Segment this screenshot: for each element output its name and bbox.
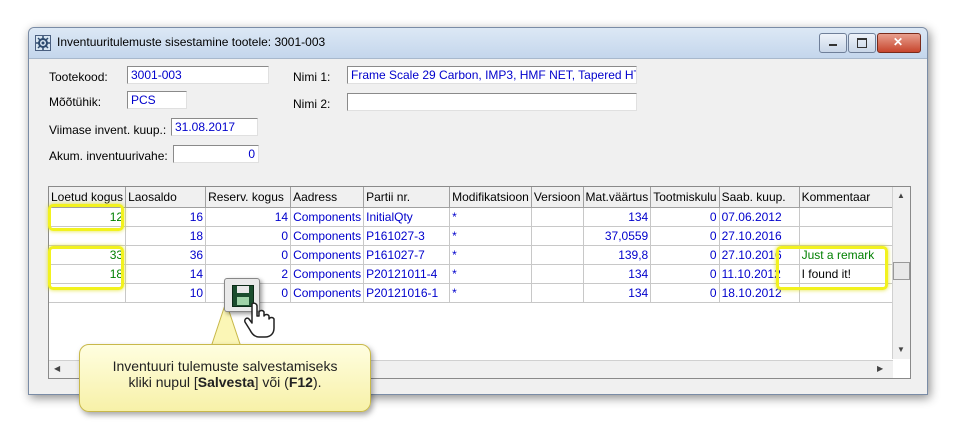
material-value-cell: 37,0559 <box>583 226 652 246</box>
scroll-left-arrow-icon[interactable]: ◀ <box>54 364 60 373</box>
column-header[interactable]: Mat.väärtus <box>583 187 652 208</box>
last-inventory-date-field[interactable]: 31.08.2017 <box>171 118 258 136</box>
unit-field[interactable]: PCS <box>127 91 187 109</box>
cumulative-diff-label: Akum. inventuurivahe: <box>49 149 168 163</box>
unit-label: Mõõtühik: <box>49 95 102 109</box>
table-row[interactable]: 18 0 Components P161027-3 * 37,0559 0 27… <box>49 226 910 246</box>
scroll-down-arrow-icon[interactable]: ▼ <box>897 345 905 354</box>
column-header[interactable]: Laosaldo <box>125 187 207 208</box>
highlight-comments <box>776 246 888 290</box>
column-header[interactable]: Aadress <box>290 187 365 208</box>
address-cell: Components <box>290 264 365 284</box>
production-cost-cell: 0 <box>650 264 720 284</box>
stock-balance-cell: 18 <box>125 226 207 246</box>
name2-field[interactable] <box>347 93 637 111</box>
close-button[interactable] <box>877 33 921 53</box>
name1-label: Nimi 1: <box>293 70 331 84</box>
table-header-row: Loetud kogus Laosaldo Reserv. kogus Aadr… <box>49 187 910 208</box>
batch-cell: P161027-7 <box>363 245 451 265</box>
vertical-scrollbar[interactable]: ▲ ▼ <box>892 187 910 359</box>
arrival-date-cell: 07.06.2012 <box>719 207 800 227</box>
version-cell <box>531 245 584 265</box>
production-cost-cell: 0 <box>650 207 720 227</box>
name1-field[interactable]: Frame Scale 29 Carbon, IMP3, HMF NET, Ta… <box>347 66 637 84</box>
tooltip-callout: Inventuuri tulemuste salvestamiseks klik… <box>79 344 371 412</box>
modification-cell: * <box>449 245 532 265</box>
reserved-qty-cell: 14 <box>205 207 292 227</box>
modification-cell: * <box>449 207 532 227</box>
stock-balance-cell: 16 <box>125 207 207 227</box>
material-value-cell: 134 <box>583 283 652 303</box>
modification-cell: * <box>449 283 532 303</box>
material-value-cell: 134 <box>583 264 652 284</box>
reserved-qty-cell: 0 <box>205 226 292 246</box>
version-cell <box>531 264 584 284</box>
production-cost-cell: 0 <box>650 283 720 303</box>
title-bar[interactable]: Inventuuritulemuste sisestamine tootele:… <box>29 28 927 59</box>
production-cost-cell: 0 <box>650 226 720 246</box>
material-value-cell: 139,8 <box>583 245 652 265</box>
name2-label: Nimi 2: <box>293 97 331 111</box>
product-code-label: Tootekood: <box>49 70 108 84</box>
callout-line1: Inventuuri tulemuste salvestamiseks <box>112 358 338 374</box>
callout-button-name: Salvesta <box>197 374 255 390</box>
address-cell: Components <box>290 226 365 246</box>
callout-key-name: F12 <box>288 374 313 390</box>
highlight-counted-qty-rows3-4 <box>48 246 124 290</box>
highlight-counted-qty-row1 <box>48 204 124 231</box>
scroll-up-arrow-icon[interactable]: ▲ <box>897 191 905 200</box>
column-header[interactable]: Partii nr. <box>363 187 451 208</box>
column-header[interactable]: Reserv. kogus <box>205 187 292 208</box>
product-code-field[interactable]: 3001-003 <box>127 66 269 84</box>
modification-cell: * <box>449 264 532 284</box>
batch-cell: P20121011-4 <box>363 264 451 284</box>
reserved-qty-cell: 0 <box>205 245 292 265</box>
address-cell: Components <box>290 207 365 227</box>
stock-balance-cell: 14 <box>125 264 207 284</box>
material-value-cell: 134 <box>583 207 652 227</box>
scroll-right-arrow-icon[interactable]: ▶ <box>877 364 883 373</box>
production-cost-cell: 0 <box>650 245 720 265</box>
address-cell: Components <box>290 245 365 265</box>
batch-cell: InitialQty <box>363 207 451 227</box>
column-header[interactable]: Modifikatsioon <box>449 187 532 208</box>
version-cell <box>531 207 584 227</box>
column-header[interactable]: Saab. kuup. <box>719 187 800 208</box>
cumulative-diff-field[interactable]: 0 <box>173 145 259 163</box>
arrival-date-cell: 27.10.2016 <box>719 226 800 246</box>
table-row[interactable]: 12 16 14 Components InitialQty * 134 0 0… <box>49 207 910 227</box>
inventory-window: Inventuuritulemuste sisestamine tootele:… <box>28 27 928 395</box>
column-header[interactable]: Versioon <box>531 187 584 208</box>
scrollbar-thumb[interactable] <box>893 262 910 280</box>
settings-gear-icon <box>35 35 51 51</box>
batch-cell: P161027-3 <box>363 226 451 246</box>
window-title: Inventuuritulemuste sisestamine tootele:… <box>57 35 326 49</box>
callout-line2: kliki nupul [Salvesta] või (F12). <box>128 374 322 390</box>
batch-cell: P20121016-1 <box>363 283 451 303</box>
hand-pointer-icon <box>244 302 275 338</box>
address-cell: Components <box>290 283 365 303</box>
stock-balance-cell: 10 <box>125 283 207 303</box>
version-cell <box>531 226 584 246</box>
last-inventory-label: Viimase invent. kuup.: <box>49 123 167 137</box>
stock-balance-cell: 36 <box>125 245 207 265</box>
version-cell <box>531 283 584 303</box>
minimize-button[interactable] <box>819 33 847 53</box>
column-header[interactable]: Tootmiskulu <box>650 187 720 208</box>
maximize-button[interactable] <box>848 33 876 53</box>
modification-cell: * <box>449 226 532 246</box>
